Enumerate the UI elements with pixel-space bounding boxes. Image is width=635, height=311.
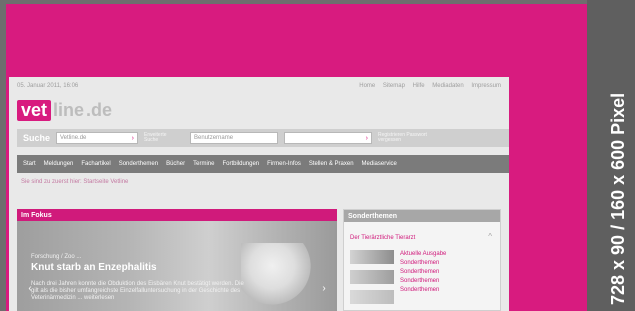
side-link[interactable]: Sonderthemen xyxy=(400,268,494,277)
side-link[interactable]: Sonderthemen xyxy=(400,259,494,268)
website-screenshot: 05. Januar 2011, 16:06 Home Sitemap Hilf… xyxy=(9,77,509,311)
side-link[interactable]: Aktuelle Ausgabe xyxy=(400,250,494,259)
focus-teaser: Im Fokus Forschung / Zoo ... Knut starb … xyxy=(17,209,337,311)
search-label: Suche xyxy=(23,133,51,143)
meta-link[interactable]: Sitemap xyxy=(383,83,405,89)
breadcrumb: Sie sind zu zuerst hier: Startseite Vetl… xyxy=(21,179,129,185)
meta-link[interactable]: Mediadaten xyxy=(432,83,463,89)
login-note[interactable]: Registrieren Passwort vergessen xyxy=(378,133,440,143)
nav-item[interactable]: Fachartikel xyxy=(81,161,110,167)
dimension-label: 728 x 90 / 160 x 600 Pixel xyxy=(608,92,628,305)
main-nav: Start Meldungen Fachartikel Sonderthemen… xyxy=(17,155,509,173)
search-placeholder: Vetline.de xyxy=(60,135,87,141)
search-input[interactable]: Vetline.de › xyxy=(56,132,139,144)
thumbnail[interactable] xyxy=(350,270,394,284)
logo-mark: vet xyxy=(17,99,52,121)
nav-item[interactable]: Bücher xyxy=(166,161,185,167)
meta-date: 05. Januar 2011, 16:06 xyxy=(17,83,79,89)
next-arrow-icon[interactable]: › xyxy=(319,283,329,295)
polar-bear-image xyxy=(241,243,319,309)
side-panel: Sonderthemen Der Tierärztliche Tierarzt … xyxy=(343,209,501,311)
username-placeholder: Benutzername xyxy=(194,135,234,141)
thumbnail[interactable] xyxy=(350,250,394,264)
meta-link[interactable]: Hilfe xyxy=(413,83,425,89)
focus-headline[interactable]: Knut starb an Enzephalitis xyxy=(31,262,157,273)
advanced-search-note[interactable]: Erweiterte Suche xyxy=(144,133,178,143)
right-label-bar: 728 x 90 / 160 x 600 Pixel xyxy=(587,0,635,311)
thumbnail[interactable] xyxy=(350,290,394,304)
focus-teaser-text: Nach drei Jahren konnte die Obduktion de… xyxy=(31,281,244,301)
chevron-up-icon[interactable]: ^ xyxy=(488,232,492,241)
meta-link[interactable]: Home xyxy=(359,83,375,89)
search-submit-icon[interactable]: › xyxy=(132,135,134,142)
login-submit-icon[interactable]: › xyxy=(366,135,368,142)
nav-item[interactable]: Start xyxy=(23,161,36,167)
meta-links: Home Sitemap Hilfe Mediadaten Impressum xyxy=(353,83,501,93)
side-link[interactable]: Sonderthemen xyxy=(400,286,494,295)
site-logo[interactable]: vet line .de xyxy=(17,99,112,121)
nav-item[interactable]: Mediaservice xyxy=(362,161,397,167)
nav-item[interactable]: Stellen & Praxen xyxy=(309,161,354,167)
side-links: Aktuelle Ausgabe Sonderthemen Sonderthem… xyxy=(400,250,494,295)
side-link[interactable]: Sonderthemen xyxy=(400,277,494,286)
nav-item[interactable]: Meldungen xyxy=(44,161,74,167)
side-subtitle[interactable]: Der Tierärztliche Tierarzt xyxy=(350,235,415,241)
logo-domain: .de xyxy=(86,99,113,120)
prev-arrow-icon[interactable]: ‹ xyxy=(25,283,35,295)
username-field[interactable]: Benutzername xyxy=(190,132,279,144)
nav-item[interactable]: Termine xyxy=(193,161,214,167)
focus-image[interactable]: Forschung / Zoo ... Knut starb an Enzeph… xyxy=(17,221,337,311)
meta-bar: 05. Januar 2011, 16:06 Home Sitemap Hilf… xyxy=(17,83,501,93)
nav-item[interactable]: Fortbildungen xyxy=(222,161,259,167)
nav-item[interactable]: Sonderthemen xyxy=(119,161,158,167)
search-login-row: Suche Vetline.de › Erweiterte Suche Benu… xyxy=(17,129,509,147)
side-title: Sonderthemen xyxy=(344,210,500,222)
logo-line: line xyxy=(53,99,85,120)
focus-title: Im Fokus xyxy=(17,209,337,221)
nav-item[interactable]: Firmen-Infos xyxy=(267,161,301,167)
meta-link[interactable]: Impressum xyxy=(471,83,501,89)
side-thumbnails xyxy=(350,250,394,305)
password-field[interactable]: › xyxy=(284,132,373,144)
focus-kicker: Forschung / Zoo ... xyxy=(31,254,82,260)
